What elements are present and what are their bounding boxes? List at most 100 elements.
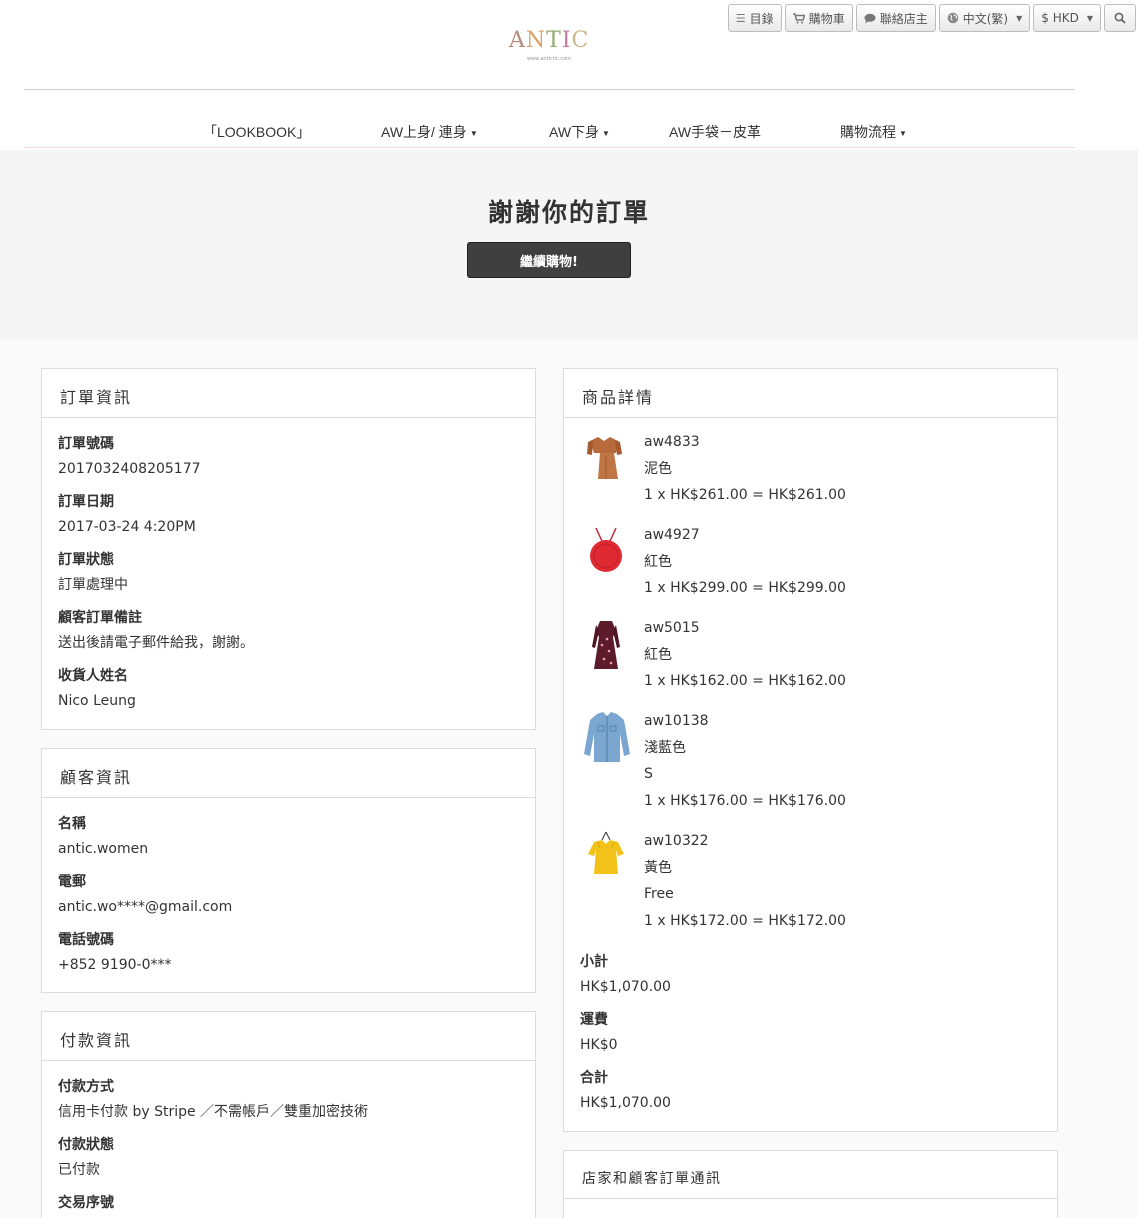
main-nav: 「LOOKBOOK」 AW上身/ 連身 ▼ AW下身 ▼ AW手袋－皮革 購物流程 ▼: [0, 118, 1138, 146]
nav-item-label: AW下身: [549, 124, 600, 140]
payment-status-field: 付款狀態 已付款: [58, 1133, 519, 1183]
globe-icon: [947, 12, 959, 24]
order-item: aw4927 紅色 1 x HK$299.00 = HK$299.00: [580, 522, 1041, 615]
total-value: HK$1,070.00: [580, 1095, 671, 1111]
order-item: aw10322 黃色 Free 1 x HK$172.00 = HK$172.0…: [580, 828, 1041, 948]
field-label: 交易序號: [58, 1195, 114, 1211]
item-color: 泥色: [644, 460, 672, 477]
search-icon: [1114, 12, 1126, 24]
nav-item-shopping-flow[interactable]: 購物流程 ▼: [840, 122, 907, 142]
nav-item-label: AW上身/ 連身: [381, 124, 467, 140]
logo-wordmark: ANTIC: [509, 28, 590, 53]
yellow-top-thumbnail[interactable]: [580, 828, 644, 948]
order-item: aw10138 淺藍色 S 1 x HK$176.00 = HK$176.00: [580, 708, 1041, 828]
item-sku[interactable]: aw4833: [644, 429, 846, 456]
payment-method-field: 付款方式 信用卡付款 by Stripe ／不需帳戶／雙重加密技術: [58, 1075, 519, 1125]
shipping-value: HK$0: [580, 1037, 618, 1053]
thank-you-banner: 謝謝你的訂單 繼續購物!: [0, 150, 1138, 340]
order-item: aw4833 泥色 1 x HK$261.00 = HK$261.00: [580, 429, 1041, 522]
nav-item-aw-bags[interactable]: AW手袋－皮革: [669, 122, 761, 142]
item-size: Free: [644, 886, 674, 902]
order-status-field: 訂單狀態 訂單處理中: [58, 548, 519, 598]
item-sku[interactable]: aw10322: [644, 828, 846, 855]
item-price-line: 1 x HK$172.00 = HK$172.00: [644, 912, 846, 929]
item-color: 黃色: [644, 859, 672, 876]
item-sku[interactable]: aw10138: [644, 708, 846, 735]
field-label: 付款狀態: [58, 1137, 114, 1153]
item-sku[interactable]: aw4927: [644, 522, 846, 549]
nav-item-aw-tops[interactable]: AW上身/ 連身 ▼: [381, 122, 478, 142]
panel-heading: 付款資訊: [42, 1012, 535, 1061]
nav-divider: [24, 147, 1075, 148]
nav-item-label: 「LOOKBOOK」: [203, 124, 311, 140]
order-number-field: 訂單號碼 2017032408205177: [58, 432, 519, 482]
panel-heading: 商品詳情: [564, 369, 1057, 418]
cart-button[interactable]: 購物車: [784, 4, 853, 32]
item-price-line: 1 x HK$299.00 = HK$299.00: [644, 580, 846, 596]
field-label: 付款方式: [58, 1079, 114, 1095]
customer-email-field: 電郵 antic.wo****@gmail.com: [58, 870, 519, 920]
product-details-panel: 商品詳情 aw4833 泥色 1 x HK$261.00 = HK$261.00: [563, 368, 1058, 1132]
caret-down-icon: ▼: [602, 128, 610, 138]
field-value: antic.women: [58, 841, 149, 857]
item-sku[interactable]: aw5015: [644, 615, 846, 642]
field-label: 顧客訂單備註: [58, 610, 142, 626]
search-button[interactable]: [1104, 4, 1136, 32]
currency-dropdown[interactable]: $ HKD ▼: [1033, 4, 1101, 32]
item-price-line: 1 x HK$162.00 = HK$162.00: [644, 673, 846, 689]
subtotal-field: 小計 HK$1,070.00: [580, 950, 1041, 1000]
header-divider: [24, 89, 1075, 90]
page-title: 謝謝你的訂單: [487, 198, 650, 227]
field-label: 小計: [580, 954, 608, 970]
field-label: 電郵: [58, 874, 86, 890]
field-label: 合計: [580, 1070, 608, 1086]
field-value: 送出後請電子郵件給我，謝謝。: [58, 635, 254, 651]
field-label: 訂單狀態: [58, 552, 114, 568]
contact-label: 聯絡店主: [879, 11, 928, 26]
item-color: 紅色: [644, 646, 672, 663]
catalog-button[interactable]: ☰ 目錄: [727, 4, 782, 32]
field-label: 訂單號碼: [58, 436, 114, 452]
contact-owner-button[interactable]: 聯絡店主: [855, 4, 936, 32]
customer-info-panel: 顧客資訊 名稱 antic.women 電郵 antic.wo****@gmai…: [41, 748, 536, 993]
nav-item-label: AW手袋－皮革: [669, 124, 762, 140]
shipping-field: 運費 HK$0: [580, 1008, 1041, 1058]
order-messages-panel: 店家和顧客訂單通訊: [563, 1150, 1058, 1218]
logo-subtitle: www.antictic.com: [526, 56, 572, 62]
item-size: S: [644, 766, 653, 782]
utility-bar: ☰ 目錄 購物車 聯絡店主 中文(繁) ▼ $ HKD ▼: [727, 4, 1136, 32]
continue-shopping-button[interactable]: 繼續購物!: [467, 242, 631, 278]
caret-down-icon: ▼: [1086, 13, 1093, 23]
language-label: 中文(繁): [962, 11, 1009, 26]
denim-shirt-thumbnail[interactable]: [580, 708, 644, 828]
panel-heading: 店家和顧客訂單通訊: [564, 1151, 1057, 1199]
item-color: 淺藍色: [644, 739, 686, 756]
order-date-field: 訂單日期 2017-03-24 4:20PM: [58, 490, 519, 540]
list-icon: ☰: [735, 11, 746, 25]
caret-down-icon: ▼: [899, 128, 907, 138]
catalog-label: 目錄: [749, 11, 774, 26]
field-value: Nico Leung: [58, 693, 136, 709]
nav-item-lookbook[interactable]: 「LOOKBOOK」: [203, 122, 310, 142]
panel-heading: 訂單資訊: [42, 369, 535, 418]
floral-dress-thumbnail[interactable]: [580, 615, 644, 708]
transaction-id-field: 交易序號: [58, 1191, 519, 1215]
language-dropdown[interactable]: 中文(繁) ▼: [938, 4, 1031, 32]
order-item: aw5015 紅色 1 x HK$162.00 = HK$162.00: [580, 615, 1041, 708]
field-value: 已付款: [58, 1162, 100, 1178]
item-price-line: 1 x HK$176.00 = HK$176.00: [644, 792, 846, 809]
cart-label: 購物車: [808, 11, 845, 26]
field-label: 收貨人姓名: [58, 668, 128, 684]
brown-outfit-thumbnail[interactable]: [580, 429, 644, 522]
field-label: 運費: [580, 1012, 608, 1028]
red-round-bag-thumbnail[interactable]: [580, 522, 644, 615]
nav-item-aw-bottoms[interactable]: AW下身 ▼: [549, 122, 610, 142]
site-logo[interactable]: ANTIC www.antictic.com: [509, 26, 589, 64]
cart-icon: [792, 12, 805, 23]
order-info-panel: 訂單資訊 訂單號碼 2017032408205177 訂單日期 2017-03-…: [41, 368, 536, 730]
item-price-line: 1 x HK$261.00 = HK$261.00: [644, 487, 846, 503]
field-value: 訂單處理中: [58, 577, 128, 593]
customer-name-field: 名稱 antic.women: [58, 812, 519, 862]
field-label: 訂單日期: [58, 494, 114, 510]
caret-down-icon: ▼: [1016, 13, 1023, 23]
